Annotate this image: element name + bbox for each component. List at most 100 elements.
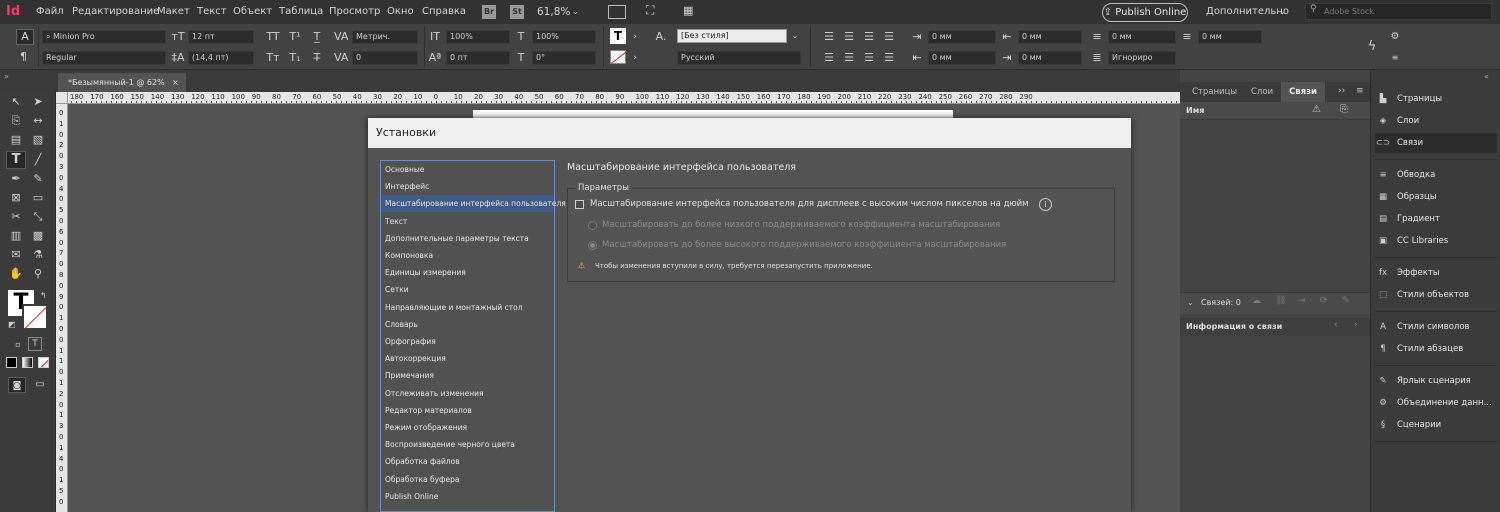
relink-icon[interactable]: ⛓ <box>1275 296 1286 306</box>
stock-search-field[interactable]: ⚲ Adobe Stock <box>1305 3 1492 20</box>
justify-all-icon[interactable]: ☰ <box>882 51 896 65</box>
dock-item[interactable]: ≡ Обводка <box>1375 165 1497 185</box>
align-center-icon[interactable]: ☰ <box>842 30 856 44</box>
dock-item[interactable]: § Сценарии <box>1375 415 1497 435</box>
type-tool-icon[interactable]: T <box>6 151 26 169</box>
direct-selection-tool-icon[interactable]: ➤ <box>30 94 46 110</box>
horizontal-ruler[interactable]: 180 170 160 150 140 130 120 110 100 90 80 70 60 50 40 3… <box>56 92 1180 104</box>
font-style-field[interactable]: Regular <box>42 51 166 65</box>
page-tool-icon[interactable]: ⎘ <box>8 113 24 129</box>
preferences-nav-item[interactable]: Режим отображения <box>381 419 554 436</box>
rectangle-frame-tool-icon[interactable]: ⊠ <box>8 190 24 206</box>
gradient-swatch-tool-icon[interactable]: ▥ <box>8 228 24 244</box>
dock-item[interactable]: ✎ Ярлык сценария <box>1375 371 1497 391</box>
dock-item[interactable]: ▣ CC Libraries <box>1375 231 1497 251</box>
language-field[interactable]: Русский <box>677 51 801 65</box>
zoom-tool-icon[interactable]: ⚲ <box>30 266 46 282</box>
preferences-nav-item[interactable]: Примечания <box>381 367 554 384</box>
info-icon[interactable]: i <box>1039 198 1052 211</box>
menu-window[interactable]: Окно <box>387 4 414 20</box>
selection-tool-icon[interactable]: ↖ <box>8 94 24 110</box>
go-to-link-icon[interactable]: ⇥ <box>1298 296 1306 306</box>
font-family-field[interactable]: ⌕ Minion Pro <box>42 30 166 44</box>
small-caps-icon[interactable]: Tᴛ <box>266 51 280 65</box>
character-style-field[interactable]: [Без стиля] <box>677 29 787 43</box>
preferences-nav-item[interactable]: Масштабирование интерфейса пользователя <box>381 195 566 213</box>
chevron-left-icon[interactable]: ‹ <box>1334 320 1338 330</box>
screen-mode-icon[interactable]: ⛶ <box>646 2 654 18</box>
first-line-indent-field[interactable]: 0 мм <box>928 51 996 65</box>
dock-item[interactable]: ▦ Образцы <box>1375 187 1497 207</box>
superscript-icon[interactable]: T¹ <box>288 30 302 44</box>
chevron-down-icon[interactable]: ⌄ <box>1279 4 1286 20</box>
menu-table[interactable]: Таблица <box>279 4 323 20</box>
bridge-button[interactable]: Br <box>482 5 496 19</box>
content-collector-icon[interactable]: ▤ <box>8 132 24 148</box>
menu-file[interactable]: Файл <box>36 4 64 20</box>
preferences-nav-item[interactable]: Publish Online <box>381 488 554 505</box>
collapse-icon[interactable]: « <box>1484 72 1489 81</box>
justify-center-icon[interactable]: ☰ <box>842 51 856 65</box>
pen-tool-icon[interactable]: ✒ <box>8 171 24 187</box>
scale-high-label[interactable]: Масштабировать до более высокого поддерж… <box>602 240 1006 250</box>
vertical-scale-field[interactable]: 100% <box>446 30 510 44</box>
chevron-right-icon[interactable]: › <box>628 30 642 44</box>
collapse-icon[interactable]: ›› <box>1338 86 1345 96</box>
chevron-right-icon[interactable]: › <box>1354 320 1358 330</box>
eyedropper-tool-icon[interactable]: ⚗ <box>30 247 46 263</box>
strikethrough-icon[interactable]: T̶ <box>310 51 324 65</box>
dock-item[interactable]: ⚙ Объединение данн... <box>1375 393 1497 413</box>
subscript-icon[interactable]: T₁ <box>288 51 302 65</box>
stock-button[interactable]: St <box>510 5 524 19</box>
hand-tool-icon[interactable]: ✋ <box>8 266 24 282</box>
dock-item[interactable]: A Стили символов <box>1375 317 1497 337</box>
dock-item[interactable]: ⊂⊃ Связи <box>1375 133 1497 153</box>
column-name[interactable]: Имя <box>1186 106 1204 115</box>
underline-icon[interactable]: T̲ <box>310 30 324 44</box>
vertical-ruler[interactable]: 0 1 0 2 0 3 0 4 0 5 0 6 0 7 0 8 0 9 0 1 0 0 1 1 0 1 2 0 1 3 0 1 4 0 1 5 0 <box>56 104 68 512</box>
page-column-icon[interactable]: ⎘ <box>1340 104 1348 115</box>
gear-icon[interactable]: ⚙ <box>1388 30 1402 44</box>
preferences-nav-item[interactable]: Единицы измерения <box>381 264 554 281</box>
dock-item[interactable]: ⬚ Стили объектов <box>1375 285 1497 305</box>
align-right-icon[interactable]: ☰ <box>862 30 876 44</box>
dock-item[interactable]: ◈ Слои <box>1375 111 1497 131</box>
hidpi-scaling-checkbox[interactable] <box>575 200 584 209</box>
normal-view-icon[interactable]: ◙ <box>8 377 26 393</box>
space-before-field[interactable]: 0 мм <box>1108 30 1176 44</box>
align-left-icon[interactable]: ☰ <box>822 30 836 44</box>
menu-edit[interactable]: Редактирование <box>72 4 159 20</box>
note-tool-icon[interactable]: ✉ <box>8 247 24 263</box>
scissors-tool-icon[interactable]: ✂ <box>8 209 24 225</box>
apply-color-icon[interactable] <box>6 357 17 368</box>
update-link-icon[interactable]: ⟳ <box>1320 296 1328 306</box>
document-tab[interactable]: *Безымянный-1 @ 62% × <box>58 73 186 92</box>
chevron-down-icon[interactable]: ⌄ <box>572 4 579 20</box>
preferences-nav-item[interactable]: Обработка буфера <box>381 471 554 488</box>
publish-online-button[interactable]: ⇪ Publish Online <box>1102 3 1188 22</box>
stroke-color-swatch[interactable] <box>610 50 628 65</box>
kerning-field[interactable]: Метрич. <box>352 30 418 44</box>
tab-pages[interactable]: Страницы <box>1184 82 1245 102</box>
chevron-down-icon[interactable]: ⌄ <box>1187 298 1194 307</box>
gap-tool-icon[interactable]: ↔ <box>30 113 46 129</box>
preferences-nav-item[interactable]: Редактор материалов <box>381 402 554 419</box>
preferences-nav-item[interactable]: Сетки <box>381 281 554 298</box>
apply-none-icon[interactable] <box>38 357 49 368</box>
cloud-icon[interactable]: ☁ <box>1252 296 1261 306</box>
space-after-field[interactable]: 0 мм <box>1198 30 1262 44</box>
menu-help[interactable]: Справка <box>422 4 466 20</box>
menu-view[interactable]: Просмотр <box>329 4 380 20</box>
scale-low-radio[interactable] <box>588 221 597 230</box>
swap-colors-icon[interactable]: ↰ <box>40 291 47 300</box>
free-transform-tool-icon[interactable]: ⤡ <box>30 209 46 225</box>
line-tool-icon[interactable]: ╱ <box>30 152 46 168</box>
zoom-level[interactable]: 61,8% <box>537 4 570 20</box>
scale-high-radio[interactable] <box>588 241 597 250</box>
format-container-icon[interactable]: ▫ <box>10 337 26 353</box>
panel-menu-icon[interactable]: ≡ <box>1356 86 1364 96</box>
workspace-switcher[interactable]: Дополнительно <box>1206 4 1289 20</box>
gradient-feather-tool-icon[interactable]: ▩ <box>30 228 46 244</box>
dock-item[interactable]: ▙ Страницы <box>1375 89 1497 109</box>
preferences-nav-item[interactable]: Компоновка <box>381 247 554 264</box>
